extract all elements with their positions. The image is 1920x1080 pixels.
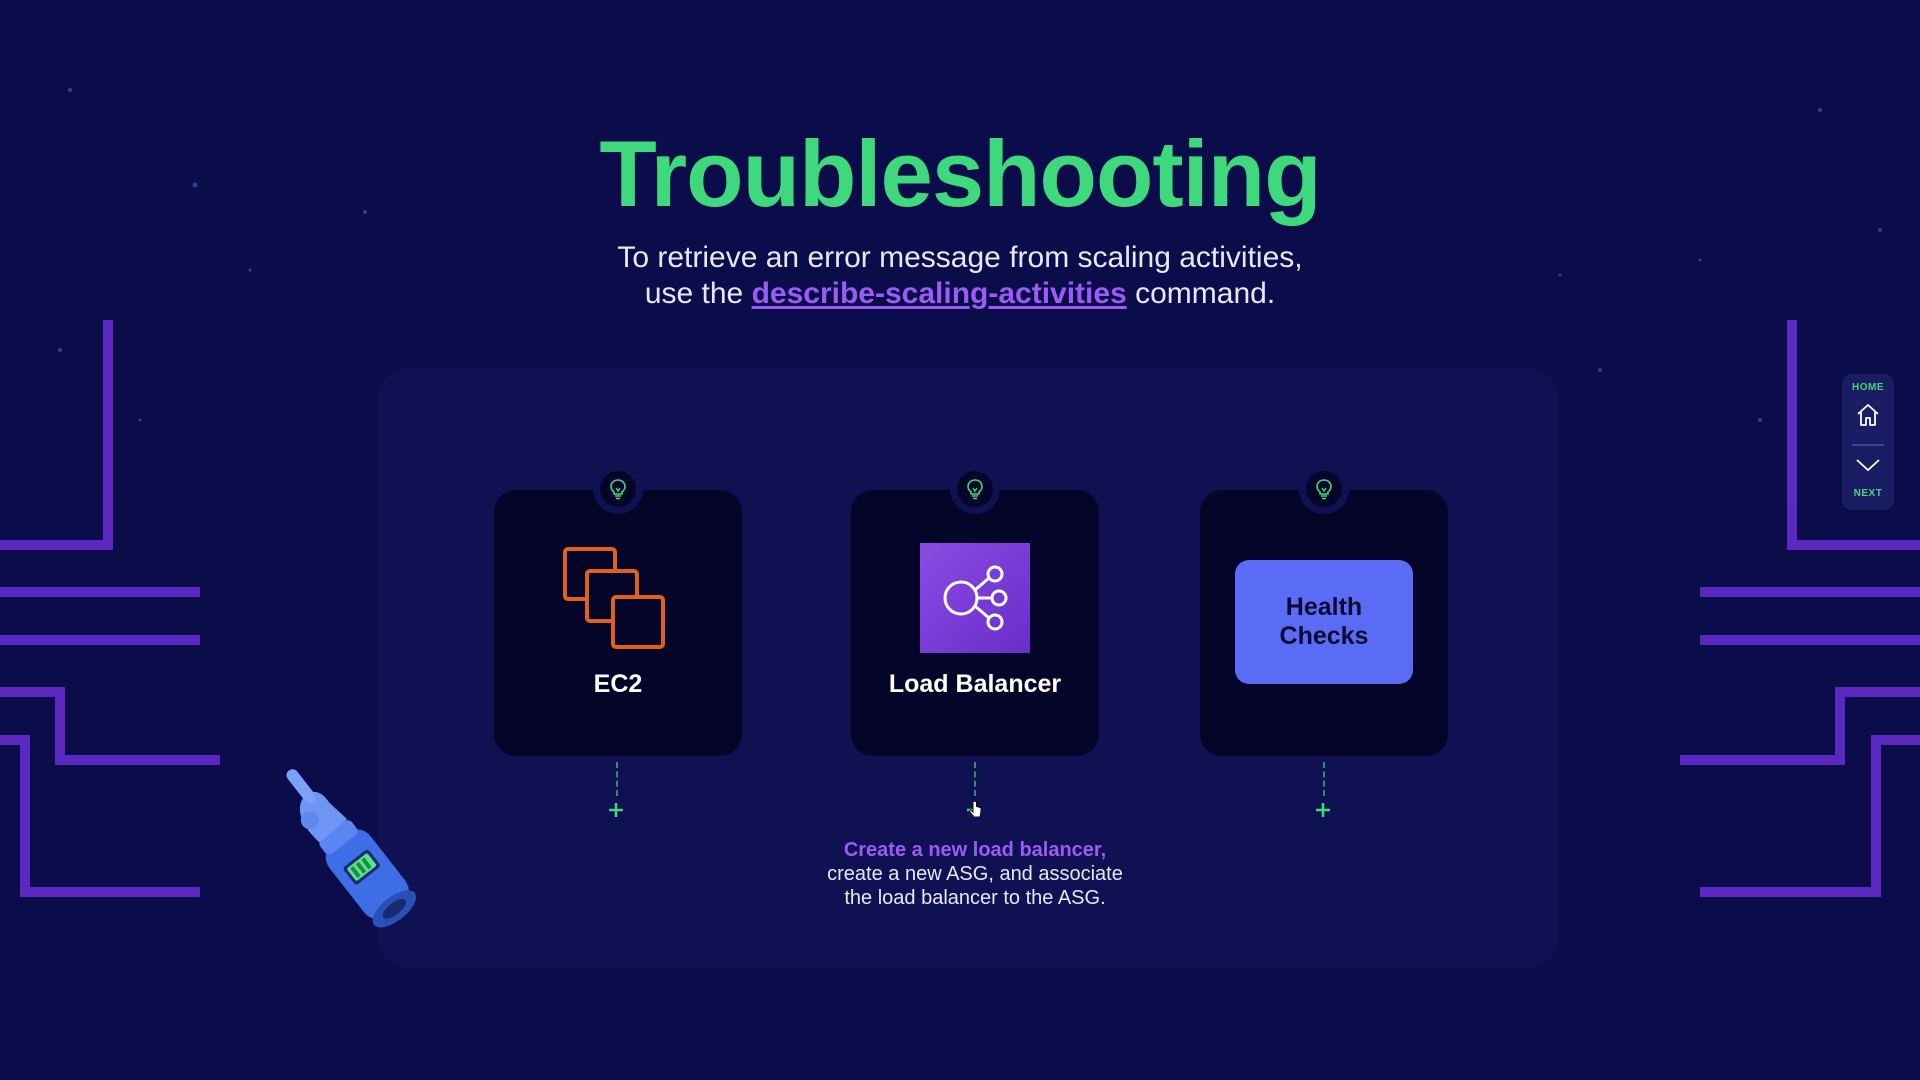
expand-ec2-button[interactable] <box>602 796 630 824</box>
home-icon <box>1857 404 1879 426</box>
lightbulb-icon <box>967 479 983 500</box>
expand-health-checks-button[interactable] <box>1309 796 1337 824</box>
home-label: HOME <box>1852 382 1884 393</box>
plus-icon <box>609 803 623 817</box>
home-button[interactable]: HOME <box>1842 374 1894 444</box>
detail-highlight: Create a new load balancer, <box>843 839 1107 861</box>
connector-line <box>616 762 618 796</box>
nav-widget: HOME NEXT <box>1842 374 1894 510</box>
detail-line-2: create a new ASG, and associate <box>827 863 1123 885</box>
card-load-balancer[interactable]: Load Balancer <box>851 464 1099 756</box>
card-label-health-checks: Health Checks <box>1279 593 1369 650</box>
lightbulb-icon <box>610 479 626 500</box>
page-title: Troubleshooting <box>599 121 1321 226</box>
health-checks-badge[interactable]: Health Checks <box>1235 560 1413 684</box>
ec2-instances-icon <box>563 547 665 649</box>
subtitle-suffix: command. <box>1135 277 1276 310</box>
hint-badge <box>1299 464 1349 514</box>
next-button[interactable]: NEXT <box>1842 446 1894 510</box>
load-balancer-tile <box>920 543 1030 653</box>
load-balancer-detail: Create a new load balancer, create a new… <box>760 838 1190 910</box>
plus-icon <box>1316 803 1330 817</box>
subtitle-prefix: use the <box>644 277 744 310</box>
subtitle: To retrieve an error message from scalin… <box>0 240 1920 312</box>
lightbulb-icon <box>1316 479 1332 500</box>
card-label-load-balancer: Load Balancer <box>888 670 1062 698</box>
mouse-pointer-icon <box>969 800 982 818</box>
hint-badge <box>593 464 643 514</box>
card-health-checks[interactable]: Health Checks <box>1200 464 1448 756</box>
subtitle-line-1: To retrieve an error message from scalin… <box>617 241 1303 274</box>
detail-line-3: the load balancer to the ASG. <box>844 887 1106 909</box>
hint-badge <box>950 464 1000 514</box>
card-label-ec2: EC2 <box>593 670 643 698</box>
connector-line <box>1323 762 1325 796</box>
chevron-down-icon <box>1856 459 1880 472</box>
elastic-load-balancing-icon <box>943 565 1008 631</box>
subtitle-line-2: use the describe-scaling-activities comm… <box>0 276 1920 312</box>
describe-scaling-activities-link[interactable]: describe-scaling-activities <box>752 277 1127 310</box>
connector-line <box>974 762 976 796</box>
robot-hand-mascot <box>286 769 417 928</box>
next-label: NEXT <box>1853 488 1883 499</box>
card-ec2[interactable]: EC2 <box>494 464 742 756</box>
